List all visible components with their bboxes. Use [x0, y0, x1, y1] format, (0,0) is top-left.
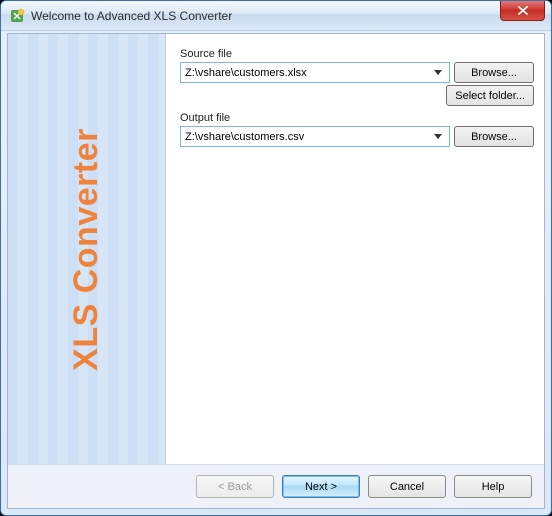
output-file-label: Output file [180, 112, 534, 124]
main-panel: Source file Z:\vshare\customers.xlsx Bro… [166, 34, 544, 464]
chevron-down-icon[interactable] [430, 64, 445, 81]
source-file-combo[interactable]: Z:\vshare\customers.xlsx [180, 62, 450, 83]
source-file-label: Source file [180, 48, 534, 60]
app-icon [9, 8, 25, 24]
client-area: XLS Converter Source file Z:\vshare\cust… [7, 33, 545, 509]
app-window: Welcome to Advanced XLS Converter XLS Co… [0, 0, 552, 516]
window-title: Welcome to Advanced XLS Converter [31, 9, 500, 23]
output-file-combo[interactable]: Z:\vshare\customers.csv [180, 126, 450, 147]
content-area: XLS Converter Source file Z:\vshare\cust… [8, 34, 544, 464]
source-file-value: Z:\vshare\customers.xlsx [185, 67, 430, 79]
wizard-footer: < Back Next > Cancel Help [8, 464, 544, 508]
select-folder-button[interactable]: Select folder... [446, 85, 534, 106]
close-icon [518, 6, 528, 15]
close-button[interactable] [500, 1, 545, 21]
back-button: < Back [196, 475, 274, 498]
titlebar[interactable]: Welcome to Advanced XLS Converter [1, 1, 551, 31]
help-button[interactable]: Help [454, 475, 532, 498]
output-browse-button[interactable]: Browse... [454, 126, 534, 147]
cancel-button[interactable]: Cancel [368, 475, 446, 498]
chevron-down-icon[interactable] [430, 128, 445, 145]
side-banner: XLS Converter [8, 34, 166, 464]
source-browse-button[interactable]: Browse... [454, 62, 534, 83]
output-file-value: Z:\vshare\customers.csv [185, 131, 430, 143]
brand-text: XLS Converter [67, 128, 106, 371]
next-button[interactable]: Next > [282, 475, 360, 498]
